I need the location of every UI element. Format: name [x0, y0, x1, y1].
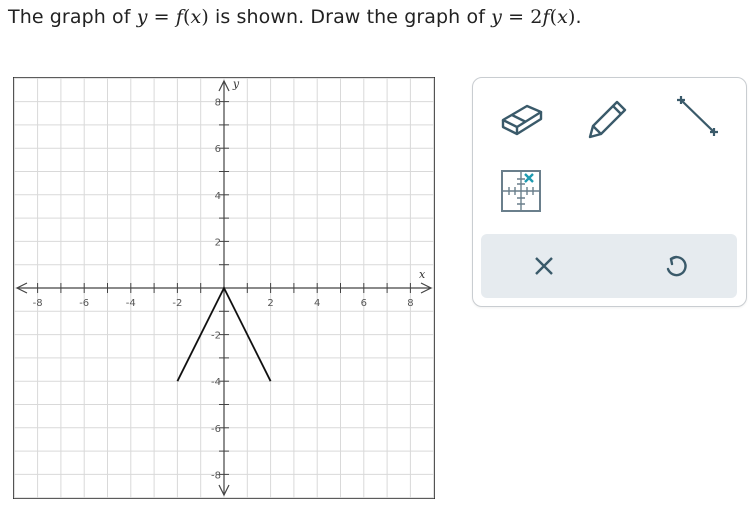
x-tick-label: 4: [314, 298, 320, 309]
y-tick-label: -4: [211, 377, 221, 388]
prompt-func-f: f: [542, 6, 550, 28]
drawing-toolbar: [472, 77, 747, 307]
prompt-paren: ): [201, 6, 209, 28]
y-tick-label: 8: [215, 98, 221, 109]
coordinate-grid[interactable]: -8 -6 -4 -2 2 4 6 8 8 6 4 2 -2 -4 -6 -8 x y: [13, 77, 435, 499]
question-prompt: The graph of y = f(x) is shown. Draw the…: [8, 6, 582, 28]
y-axis-label: y: [232, 78, 240, 91]
prompt-paren: (: [182, 6, 191, 28]
eraser-icon: [501, 104, 543, 136]
y-tick-label: -2: [211, 331, 221, 342]
point-grid-icon: [501, 170, 541, 212]
x-axis-label: x: [419, 268, 426, 281]
pencil-icon: [588, 100, 627, 139]
prompt-var-x: x: [557, 6, 568, 28]
x-tick-label: 6: [361, 298, 367, 309]
x-tick-label: -4: [126, 298, 136, 309]
prompt-var-x: x: [190, 6, 202, 28]
y-tick-label: 2: [215, 237, 221, 248]
prompt-equals: =: [147, 6, 176, 28]
prompt-period: .: [575, 6, 582, 28]
prompt-var-y: y: [491, 6, 502, 28]
eraser-tool[interactable]: [499, 98, 545, 136]
prompt-paren: (: [549, 6, 558, 28]
prompt-text: The graph of: [8, 6, 137, 28]
line-segment-icon: [677, 96, 718, 136]
line-segment-tool[interactable]: [673, 94, 723, 138]
clear-button[interactable]: [530, 252, 558, 280]
undo-icon: [666, 255, 687, 277]
point-grid-tool[interactable]: [499, 168, 543, 214]
pencil-tool[interactable]: [585, 94, 633, 140]
prompt-var-y: y: [136, 6, 148, 28]
x-tick-label: 2: [267, 298, 273, 309]
prompt-text: is shown. Draw the graph of: [208, 6, 492, 28]
x-tick-label: 8: [407, 298, 413, 309]
x-tick-label: -8: [33, 298, 43, 309]
y-tick-label: -8: [211, 470, 221, 481]
action-bar: [481, 234, 737, 298]
x-tick-label: -6: [79, 298, 89, 309]
y-tick-label: 6: [215, 144, 221, 155]
y-tick-label: -6: [211, 424, 221, 435]
prompt-equals-2: = 2: [501, 6, 543, 28]
x-tick-label: -2: [172, 298, 182, 309]
prompt-func-f: f: [175, 6, 183, 28]
clear-icon: [535, 257, 553, 275]
undo-button[interactable]: [662, 252, 690, 280]
y-tick-label: 4: [215, 191, 221, 202]
